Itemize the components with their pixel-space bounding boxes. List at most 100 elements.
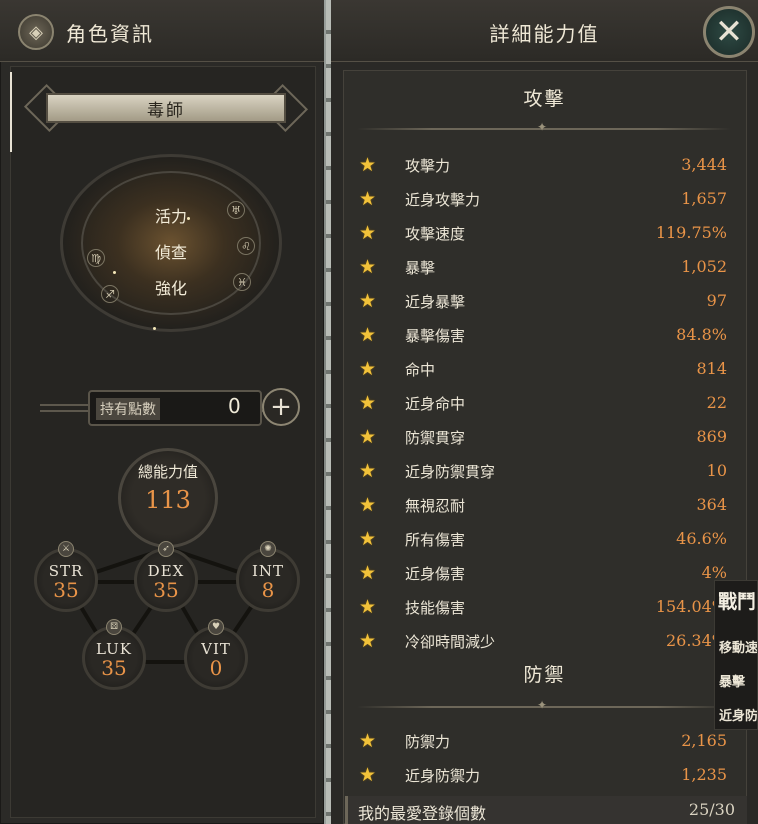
stat-row[interactable]: ★ 所有傷害 46.6% xyxy=(357,522,727,556)
favorite-star-icon[interactable]: ★ xyxy=(359,528,376,550)
stat-str[interactable]: ⚔ STR 35 xyxy=(34,541,98,612)
stat-value: 1,657 xyxy=(681,189,727,208)
stat-name: 所有傷害 xyxy=(405,531,466,549)
stat-value: 22 xyxy=(706,393,727,412)
favorite-star-icon[interactable]: ★ xyxy=(359,764,376,786)
attack-section-title: 攻擊 xyxy=(523,88,566,110)
str-icon: ⚔ xyxy=(58,541,74,557)
dex-icon: ➶ xyxy=(158,541,174,557)
stat-name: 無視忍耐 xyxy=(405,497,466,515)
stat-row[interactable]: ★ 攻擊力 3,444 xyxy=(357,148,727,182)
favorite-star-icon[interactable]: ★ xyxy=(359,730,376,752)
section-divider xyxy=(357,698,731,712)
stat-name: 冷卻時間減少 xyxy=(405,633,496,651)
stat-value: 84.8% xyxy=(676,325,727,344)
stat-row[interactable]: ★ 防禦力 2,165 xyxy=(357,724,727,758)
favorite-star-icon[interactable]: ★ xyxy=(359,188,376,210)
close-button[interactable]: ✕ xyxy=(703,6,755,58)
favorite-star-icon[interactable]: ★ xyxy=(359,256,376,278)
character-info-panel: ◈ 角色資訊 毒師 活力 偵查 強化 ♅ ♌ ♓ ♍ ♐ 持有點數 0 + 總能… xyxy=(0,0,324,824)
stat-dex[interactable]: ➶ DEX 35 xyxy=(134,541,198,612)
stat-name: 防禦貫穿 xyxy=(405,429,466,447)
tooltip-item: 移動速 xyxy=(719,641,758,656)
stat-value: 46.6% xyxy=(676,529,727,548)
stat-name: 防禦力 xyxy=(405,733,451,751)
favorite-star-icon[interactable]: ★ xyxy=(359,324,376,346)
tooltip-title: 戰鬥 xyxy=(718,591,757,613)
stat-name: 近身命中 xyxy=(405,395,466,413)
defense-section-title: 防禦 xyxy=(523,664,566,686)
favorite-star-icon[interactable]: ★ xyxy=(359,222,376,244)
favorite-star-icon[interactable]: ★ xyxy=(359,562,376,584)
stat-row[interactable]: ★ 命中 814 xyxy=(357,352,727,386)
stat-row[interactable]: ★ 技能傷害 154.04% xyxy=(357,590,727,624)
stat-name: 近身傷害 xyxy=(405,565,466,583)
stat-value: 10 xyxy=(706,461,727,480)
favorite-star-icon[interactable]: ★ xyxy=(359,154,376,176)
stat-name: 暴擊 xyxy=(405,259,436,277)
favorite-star-icon[interactable]: ★ xyxy=(359,460,376,482)
stat-name: 近身暴擊 xyxy=(405,293,466,311)
stat-row[interactable]: ★ 近身防禦貫穿 10 xyxy=(357,454,727,488)
total-stats-value: 113 xyxy=(145,486,191,514)
close-icon: ✕ xyxy=(714,12,744,52)
stat-value: 364 xyxy=(696,495,727,514)
stat-name: 攻擊速度 xyxy=(405,225,466,243)
stat-luk[interactable]: ⚄ LUK 35 xyxy=(82,619,146,690)
stat-row[interactable]: ★ 近身命中 22 xyxy=(357,386,727,420)
stat-row[interactable]: ★ 暴擊 1,052 xyxy=(357,250,727,284)
favorite-star-icon[interactable]: ★ xyxy=(359,630,376,652)
stat-value: 97 xyxy=(706,291,727,310)
total-stats: 總能力值 113 xyxy=(118,448,218,548)
stat-name: 技能傷害 xyxy=(405,599,466,617)
stat-value: 2,165 xyxy=(681,731,727,750)
stat-name: 暴擊傷害 xyxy=(405,327,466,345)
favorite-star-icon[interactable]: ★ xyxy=(359,290,376,312)
stat-value: 3,444 xyxy=(681,155,727,174)
luk-icon: ⚄ xyxy=(106,619,122,635)
stat-row[interactable]: ★ 暴擊傷害 84.8% xyxy=(357,318,727,352)
stat-value: 0 xyxy=(209,656,223,680)
vit-icon: ♥ xyxy=(208,619,224,635)
combat-tooltip: 戰鬥 移動速 暴擊 近身防 xyxy=(714,580,758,730)
stat-row[interactable]: ★ 冷卻時間減少 26.34% xyxy=(357,624,727,658)
stat-value: 814 xyxy=(696,359,727,378)
favorite-star-icon[interactable]: ★ xyxy=(359,392,376,414)
stat-row[interactable]: ★ 近身攻擊力 1,657 xyxy=(357,182,727,216)
stat-value: 1,052 xyxy=(681,257,727,276)
favorites-count-bar: 我的最愛登錄個數 25/30 xyxy=(345,796,747,824)
stat-name: 命中 xyxy=(405,361,436,379)
stat-value: 8 xyxy=(261,578,275,602)
stat-value: 35 xyxy=(101,656,127,680)
stat-row[interactable]: ★ 近身防禦力 1,235 xyxy=(357,758,727,792)
stat-connector-lines xyxy=(63,546,272,664)
total-stats-label: 總能力值 xyxy=(137,463,198,481)
tooltip-item: 近身防 xyxy=(719,709,758,724)
stat-vit[interactable]: ♥ VIT 0 xyxy=(184,619,248,690)
favorite-star-icon[interactable]: ★ xyxy=(359,596,376,618)
favorites-label: 我的最愛登錄個數 xyxy=(358,804,487,823)
detailed-stats-header: 詳細能力值 xyxy=(331,0,758,62)
stat-value: 1,235 xyxy=(681,765,727,784)
stat-value: 35 xyxy=(53,578,79,602)
stat-value: 35 xyxy=(153,578,179,602)
detailed-stats-panel: 詳細能力值 ✕ 攻擊 ★ 攻擊力 3,444 ★ 近身攻擊力 1,657 ★ 攻擊速度 119.… xyxy=(331,0,758,824)
favorite-star-icon[interactable]: ★ xyxy=(359,494,376,516)
favorite-star-icon[interactable]: ★ xyxy=(359,358,376,380)
stat-row[interactable]: ★ 攻擊速度 119.75% xyxy=(357,216,727,250)
int-icon: ✺ xyxy=(260,541,276,557)
stat-row[interactable]: ★ 防禦貫穿 869 xyxy=(357,420,727,454)
favorite-star-icon[interactable]: ★ xyxy=(359,426,376,448)
stat-row[interactable]: ★ 近身暴擊 97 xyxy=(357,284,727,318)
stat-value: 869 xyxy=(696,427,727,446)
stat-row[interactable]: ★ 無視忍耐 364 xyxy=(357,488,727,522)
stat-name: 攻擊力 xyxy=(405,157,451,175)
tooltip-item: 暴擊 xyxy=(719,675,746,690)
stat-value: 119.75% xyxy=(655,223,727,242)
stat-int[interactable]: ✺ INT 8 xyxy=(236,541,300,612)
favorites-value: 25/30 xyxy=(688,800,735,819)
section-divider xyxy=(357,120,731,134)
panel-title: 詳細能力值 xyxy=(489,22,600,46)
stat-row[interactable]: ★ 近身傷害 4% xyxy=(357,556,727,590)
stat-name: 近身攻擊力 xyxy=(405,191,481,209)
